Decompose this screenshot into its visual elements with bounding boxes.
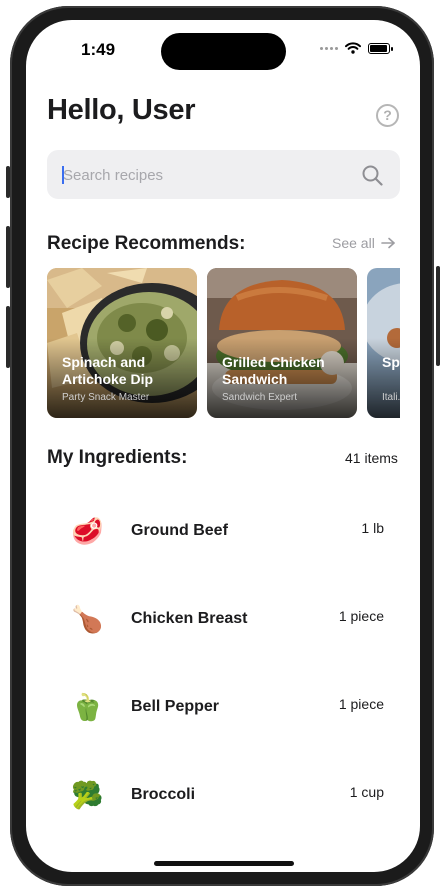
- ingredient-quantity: 1 piece: [338, 608, 384, 624]
- ingredient-row[interactable]: 🍗 Chicken Breast 1 piece: [26, 604, 420, 698]
- recipe-card-spinach-dip[interactable]: Spinach and Artichoke Dip Party Snack Ma…: [47, 268, 197, 418]
- text-cursor: [62, 166, 64, 184]
- power-button: [436, 266, 440, 366]
- broccoli-icon: 🥦: [71, 780, 104, 810]
- ingredient-count: 41 items: [345, 450, 398, 466]
- cellular-signal-icon: [320, 46, 338, 50]
- recipe-carousel[interactable]: Spinach and Artichoke Dip Party Snack Ma…: [47, 268, 400, 418]
- card-gradient: [367, 338, 400, 418]
- ingredients-title: My Ingredients:: [47, 447, 188, 468]
- recipe-card-title: Spicy Me...: [382, 354, 400, 370]
- bell-pepper-icon: 🫑: [71, 692, 104, 722]
- ingredient-row[interactable]: 🥩 Ground Beef 1 lb: [26, 516, 420, 610]
- arrow-right-icon: [381, 237, 395, 249]
- ingredient-quantity: 1 piece: [338, 696, 384, 712]
- home-indicator[interactable]: [154, 861, 294, 866]
- battery-icon: [368, 42, 393, 54]
- volume-up-button: [6, 226, 10, 288]
- recipe-card-title: Spinach and Artichoke Dip: [62, 354, 154, 387]
- see-all-label: See all: [332, 235, 375, 251]
- status-bar: 1:49: [26, 20, 420, 76]
- question-circle-icon[interactable]: ?: [376, 104, 399, 127]
- recipe-card-subtitle: Party Snack Master: [62, 392, 150, 403]
- recipe-card-title: Grilled Chicken Sandwich: [222, 354, 325, 387]
- meat-icon: 🥩: [71, 516, 104, 546]
- recipe-card-subtitle: Itali...: [382, 392, 400, 403]
- ingredient-row[interactable]: 🫑 Bell Pepper 1 piece: [26, 692, 420, 786]
- recipe-card-spicy-meatball[interactable]: Spicy Me... Itali...: [367, 268, 400, 418]
- ingredient-row[interactable]: 🥦 Broccoli 1 cup: [26, 780, 420, 872]
- recipe-card-grilled-chicken[interactable]: Grilled Chicken Sandwich Sandwich Expert: [207, 268, 357, 418]
- action-button: [6, 166, 10, 198]
- dynamic-island: [161, 33, 286, 70]
- page-title: Hello, User: [47, 94, 196, 126]
- ingredient-name: Broccoli: [131, 786, 196, 803]
- recommendations-title: Recipe Recommends:: [47, 233, 246, 254]
- app-screen: 1:49 Hello, User ? Recipe Recommends: Se…: [26, 20, 420, 872]
- recipe-card-subtitle: Sandwich Expert: [222, 392, 298, 403]
- status-icons: [320, 42, 393, 54]
- ingredient-name: Bell Pepper: [131, 698, 220, 715]
- ingredient-quantity: 1 cup: [349, 784, 384, 800]
- ingredient-name: Ground Beef: [131, 522, 228, 539]
- search-input[interactable]: [61, 150, 355, 201]
- see-all-link[interactable]: See all: [332, 235, 396, 251]
- search-icon[interactable]: [362, 165, 383, 186]
- search-bar[interactable]: [47, 150, 400, 201]
- wifi-icon: [345, 42, 361, 54]
- poultry-leg-icon: 🍗: [71, 604, 104, 634]
- ingredient-quantity: 1 lb: [361, 520, 384, 536]
- ingredient-name: Chicken Breast: [131, 610, 248, 627]
- status-time: 1:49: [81, 40, 116, 59]
- volume-down-button: [6, 306, 10, 368]
